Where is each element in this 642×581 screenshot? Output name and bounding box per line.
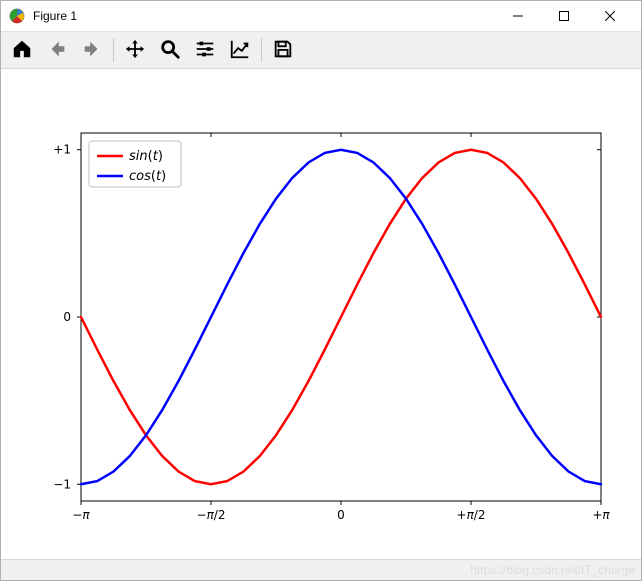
svg-text:0: 0 bbox=[337, 508, 345, 522]
toolbar bbox=[1, 32, 641, 69]
edit-axes-button[interactable] bbox=[223, 35, 257, 65]
move-icon bbox=[124, 38, 146, 63]
toolbar-separator bbox=[261, 38, 262, 62]
chart-line-icon bbox=[229, 38, 251, 63]
titlebar: Figure 1 bbox=[1, 1, 641, 32]
svg-text:+π: +π bbox=[592, 508, 610, 522]
sliders-icon bbox=[194, 38, 216, 63]
subplots-button[interactable] bbox=[188, 35, 222, 65]
svg-text:cos(t): cos(t) bbox=[129, 169, 166, 184]
chart-plot: −π −π/2 0 +π/2 +π −1 0 +1 sin(t) cos(t) bbox=[1, 69, 641, 561]
toolbar-separator bbox=[113, 38, 114, 62]
app-window: Figure 1 bbox=[0, 0, 642, 581]
arrow-left-icon bbox=[46, 38, 68, 63]
svg-text:+1: +1 bbox=[53, 143, 71, 157]
maximize-button[interactable] bbox=[541, 1, 587, 31]
zoom-button[interactable] bbox=[153, 35, 187, 65]
svg-text:+π/2: +π/2 bbox=[457, 508, 486, 522]
statusbar bbox=[1, 559, 641, 580]
svg-text:−π/2: −π/2 bbox=[197, 508, 226, 522]
arrow-right-icon bbox=[81, 38, 103, 63]
home-icon bbox=[11, 38, 33, 63]
home-button[interactable] bbox=[5, 35, 39, 65]
svg-text:−1: −1 bbox=[53, 477, 71, 491]
svg-text:0: 0 bbox=[63, 310, 71, 324]
pan-button[interactable] bbox=[118, 35, 152, 65]
forward-button[interactable] bbox=[75, 35, 109, 65]
save-icon bbox=[272, 38, 294, 63]
save-button[interactable] bbox=[266, 35, 300, 65]
minimize-button[interactable] bbox=[495, 1, 541, 31]
svg-text:−π: −π bbox=[72, 508, 90, 522]
figure-canvas[interactable]: −π −π/2 0 +π/2 +π −1 0 +1 sin(t) cos(t) bbox=[1, 69, 641, 559]
close-button[interactable] bbox=[587, 1, 633, 31]
back-button[interactable] bbox=[40, 35, 74, 65]
search-icon bbox=[159, 38, 181, 63]
matplotlib-logo-icon bbox=[9, 8, 25, 24]
window-title: Figure 1 bbox=[33, 9, 77, 23]
svg-text:sin(t): sin(t) bbox=[129, 149, 163, 164]
